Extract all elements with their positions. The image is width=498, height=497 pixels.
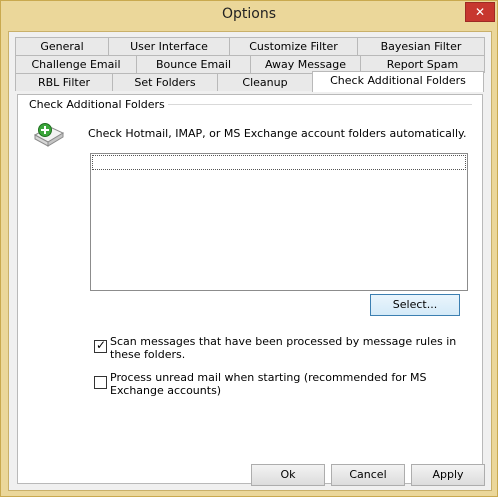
select-button[interactable]: Select...	[370, 294, 460, 316]
group-divider	[158, 104, 472, 105]
tab-check-additional-folders[interactable]: Check Additional Folders	[312, 71, 484, 92]
process-unread-label[interactable]: Process unread mail when starting (recom…	[110, 371, 470, 397]
tab-general[interactable]: General	[15, 37, 109, 55]
process-unread-checkbox[interactable]	[94, 376, 107, 389]
tab-cleanup[interactable]: Cleanup	[217, 73, 313, 91]
tab-customize-filter[interactable]: Customize Filter	[229, 37, 358, 55]
tab-user-interface[interactable]: User Interface	[108, 37, 230, 55]
group-title: Check Additional Folders	[26, 98, 168, 111]
tab-set-folders[interactable]: Set Folders	[112, 73, 218, 91]
dialog-client: General User Interface Customize Filter …	[8, 31, 492, 491]
tab-challenge-email[interactable]: Challenge Email	[15, 55, 137, 73]
scan-processed-checkbox[interactable]: ✓	[94, 338, 107, 353]
title-bar[interactable]: Options ✕	[1, 1, 497, 29]
tab-bounce-email[interactable]: Bounce Email	[136, 55, 251, 73]
window-title: Options	[221, 6, 277, 22]
check-mark-icon: ✓	[96, 338, 107, 352]
tab-rbl-filter[interactable]: RBL Filter	[15, 73, 113, 91]
folder-add-icon	[32, 121, 66, 151]
tab-bayesian-filter[interactable]: Bayesian Filter	[357, 37, 485, 55]
apply-button[interactable]: Apply	[411, 464, 485, 486]
ok-button[interactable]: Ok	[251, 464, 325, 486]
list-focus-row[interactable]	[92, 155, 466, 170]
description-text: Check Hotmail, IMAP, or MS Exchange acco…	[88, 127, 467, 140]
folder-listbox[interactable]	[90, 153, 468, 291]
tab-panel: Check Additional Folders Check Hotmail, …	[17, 94, 483, 484]
close-button[interactable]: ✕	[465, 2, 495, 22]
options-window: Options ✕ General User Interface Customi…	[0, 0, 498, 497]
scan-processed-label[interactable]: Scan messages that have been processed b…	[110, 335, 470, 361]
cancel-button[interactable]: Cancel	[331, 464, 405, 486]
